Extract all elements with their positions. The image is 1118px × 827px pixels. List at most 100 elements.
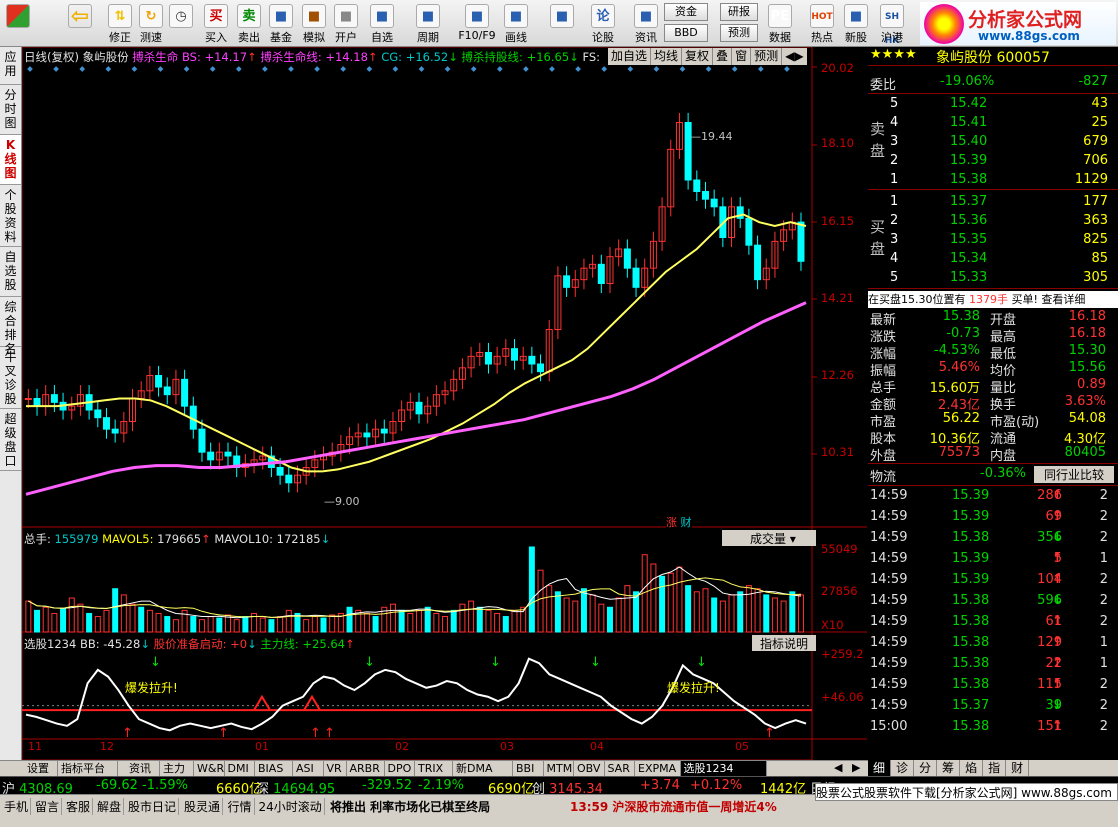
info-diamond-icon[interactable] bbox=[575, 66, 581, 72]
sell-level[interactable]: 4 15.41 25 bbox=[868, 115, 1108, 132]
industry-compare-button[interactable]: 同行业比较 bbox=[1034, 466, 1114, 483]
status-link[interactable]: 股灵通 bbox=[182, 798, 224, 815]
quote-tab[interactable]: 筹 bbox=[937, 760, 961, 776]
toolbar-pen[interactable]: ■ 画线 bbox=[500, 2, 532, 45]
event-badges[interactable]: 涨 财 bbox=[666, 514, 692, 530]
info-diamond-icon[interactable] bbox=[262, 66, 268, 72]
scroll-right-icon[interactable]: ▶ bbox=[852, 761, 860, 774]
toolbar-sell[interactable]: 卖卖出 bbox=[233, 2, 265, 45]
toolbar-hot[interactable]: HOT 热点 bbox=[806, 2, 838, 45]
info-diamond-icon[interactable] bbox=[392, 66, 399, 72]
quote-tab[interactable]: 指 bbox=[983, 760, 1007, 776]
sell-level[interactable]: 1 15.38 1129 bbox=[868, 172, 1108, 189]
info-diamond-icon[interactable] bbox=[627, 66, 634, 72]
quote-tab[interactable]: 细 bbox=[868, 760, 892, 776]
info-diamond-icon[interactable] bbox=[731, 66, 738, 72]
indicator-tab[interactable]: EXPMA bbox=[635, 761, 681, 776]
info-diamond-icon[interactable] bbox=[418, 66, 425, 72]
indicator-tab[interactable]: 主力 bbox=[160, 761, 194, 776]
indicator-tab[interactable]: BBI bbox=[513, 761, 544, 776]
info-diamond-icon[interactable] bbox=[679, 66, 686, 72]
indicator-tab[interactable]: MTM bbox=[544, 761, 574, 776]
indicator-tab[interactable]: DPO bbox=[385, 761, 415, 776]
indicator-tab[interactable]: 资讯 bbox=[126, 761, 160, 776]
info-diamond-icon[interactable] bbox=[131, 66, 138, 72]
indicator-tab[interactable]: 设置 bbox=[24, 761, 58, 776]
indicator-tab[interactable]: SAR bbox=[605, 761, 635, 776]
left-tab[interactable]: 超级盘口 bbox=[0, 409, 21, 471]
back-arrow-button[interactable]: ⇦ bbox=[64, 2, 96, 45]
buy-level[interactable]: 5 15.33 305 bbox=[868, 270, 1108, 287]
left-tab[interactable]: 自选股 bbox=[0, 247, 21, 297]
quote-tab[interactable]: 焰 bbox=[960, 760, 984, 776]
info-diamond-icon[interactable] bbox=[183, 66, 190, 72]
left-tab[interactable]: K线图 bbox=[0, 135, 21, 185]
buy-level[interactable]: 4 15.34 85 bbox=[868, 251, 1108, 268]
info-diamond-icon[interactable] bbox=[549, 66, 555, 72]
grid-button[interactable]: ■ bbox=[546, 2, 578, 45]
quote-tab[interactable]: 诊 bbox=[891, 760, 915, 776]
info-diamond-icon[interactable] bbox=[653, 66, 660, 72]
info-diamond-icon[interactable] bbox=[235, 66, 242, 72]
left-tab[interactable]: 综合排名 bbox=[0, 297, 21, 356]
clock-button[interactable]: ◷ bbox=[165, 2, 197, 45]
info-diamond-icon[interactable] bbox=[705, 66, 712, 72]
status-link[interactable]: 客服 bbox=[64, 798, 94, 815]
indicator-tab[interactable]: 选股1234 bbox=[680, 761, 767, 776]
toolbar-lightning[interactable]: ↻ 测速 bbox=[135, 2, 167, 45]
report-button[interactable]: 研报 bbox=[720, 3, 758, 21]
buy-level[interactable]: 2 15.36 363 bbox=[868, 213, 1108, 230]
info-diamond-icon[interactable] bbox=[27, 66, 33, 72]
indicator-tab[interactable]: VR bbox=[324, 761, 347, 776]
indicator-tab[interactable]: BIAS bbox=[255, 761, 293, 776]
status-link[interactable]: 解盘 bbox=[95, 798, 125, 815]
toolbar-period[interactable]: ■ 周期 bbox=[412, 2, 444, 45]
info-diamond-icon[interactable] bbox=[523, 66, 529, 72]
toolbar-hammer[interactable]: ■ 模拟 bbox=[298, 2, 330, 45]
info-diamond-icon[interactable] bbox=[157, 66, 164, 72]
quote-tab[interactable]: 分 bbox=[914, 760, 938, 776]
indicator-tab[interactable]: W&R bbox=[194, 761, 225, 776]
ad-banner[interactable]: 股票公式股票软件下载[分析家公式网] www.88gs.com bbox=[815, 783, 1118, 801]
info-diamond-icon[interactable] bbox=[53, 66, 59, 72]
toolbar-forum[interactable]: 论论股堂 bbox=[587, 2, 619, 60]
sell-level[interactable]: 3 15.40 679 bbox=[868, 134, 1108, 151]
info-diamond-icon[interactable] bbox=[444, 66, 451, 72]
big-order-notice[interactable]: 在买盘15.30位置有 1379手 买单! 查看详细 bbox=[868, 291, 1118, 308]
buy-level[interactable]: 1 15.37 177 bbox=[868, 194, 1108, 211]
indicator-tab[interactable]: DMI bbox=[225, 761, 255, 776]
news-ticker[interactable]: 13:59 沪深股市流通市值一周增近4% bbox=[570, 798, 777, 815]
info-diamond-icon[interactable] bbox=[314, 66, 320, 72]
sell-level[interactable]: 2 15.39 706 bbox=[868, 153, 1108, 170]
logo-button[interactable] bbox=[2, 2, 34, 45]
buy-level[interactable]: 3 15.35 825 bbox=[868, 232, 1108, 249]
toolbar-sh-hk[interactable]: SH HK沪港通 bbox=[876, 2, 908, 60]
sell-level[interactable]: 5 15.42 43 bbox=[868, 96, 1108, 113]
toolbar-f10[interactable]: ■ F10/F9 bbox=[455, 2, 499, 45]
news-ticker[interactable]: 将推出 利率市场化已棋至终局 bbox=[330, 798, 490, 815]
left-tab[interactable]: 分时图 bbox=[0, 85, 21, 135]
left-tab[interactable]: 应用 bbox=[0, 47, 21, 85]
toolbar-lock[interactable]: ■ 开户 bbox=[330, 2, 362, 45]
toolbar-up-down-arrow[interactable]: ⇅ 修正 bbox=[104, 2, 136, 45]
indicator-tab[interactable]: OBV bbox=[574, 761, 605, 776]
info-diamond-icon[interactable] bbox=[209, 66, 216, 72]
info-diamond-icon[interactable] bbox=[496, 66, 503, 72]
status-link[interactable]: 行情 bbox=[226, 798, 255, 815]
kline-chart-area[interactable]: 日线(复权) 象屿股份 搏杀生命 BS: +14.17↑ 搏杀生命线: +14.… bbox=[22, 47, 867, 760]
bbd-button[interactable]: BBD bbox=[664, 24, 708, 42]
info-diamond-icon[interactable] bbox=[79, 66, 86, 72]
indicator-help-button[interactable]: 指标说明 bbox=[752, 635, 816, 651]
info-diamond-icon[interactable] bbox=[601, 66, 608, 72]
forecast-button[interactable]: 预测 bbox=[720, 24, 758, 42]
fund-flow-button[interactable]: 资金 bbox=[664, 3, 708, 21]
info-diamond-icon[interactable] bbox=[784, 66, 790, 72]
indicator-tab[interactable]: 指标平台 bbox=[58, 761, 118, 776]
left-tab[interactable]: 牛叉诊股 bbox=[0, 347, 21, 409]
info-diamond-icon[interactable] bbox=[340, 66, 347, 72]
indicator-tab[interactable]: TRIX bbox=[415, 761, 453, 776]
toolbar-star-folder[interactable]: ■自选股 bbox=[366, 2, 398, 60]
scroll-left-icon[interactable]: ◀ bbox=[834, 761, 842, 774]
left-tab[interactable]: 个股资料 bbox=[0, 185, 21, 247]
toolbar-new-stock[interactable]: ■ 新股 bbox=[840, 2, 872, 45]
